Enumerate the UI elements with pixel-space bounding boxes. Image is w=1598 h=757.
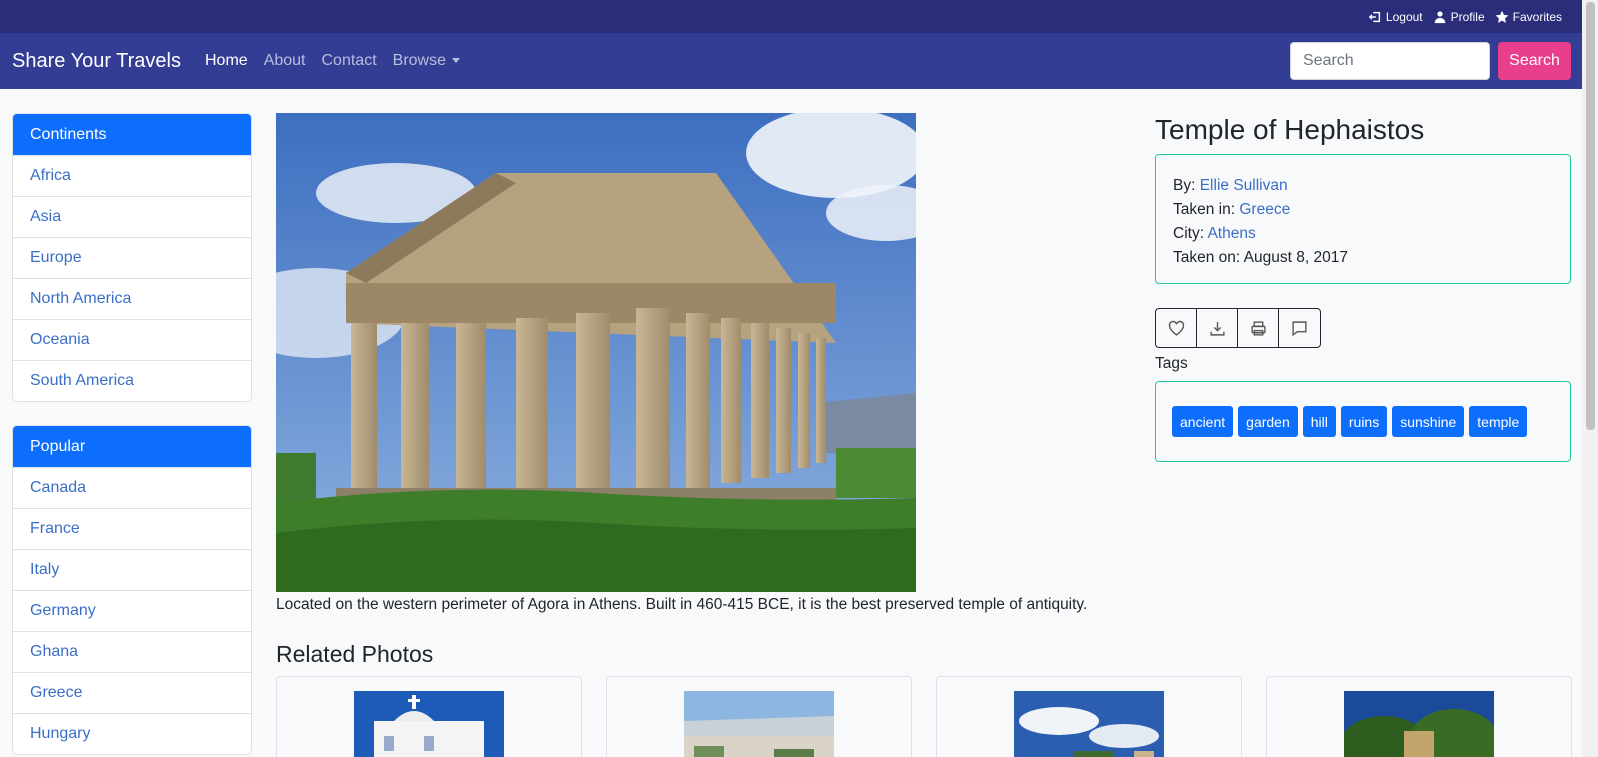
related-photo-card[interactable] bbox=[606, 676, 912, 757]
city-row: City: Athens bbox=[1173, 222, 1553, 246]
logout-label: Logout bbox=[1385, 9, 1423, 24]
country-item-hungary[interactable]: Hungary bbox=[13, 713, 251, 754]
date-value: August 8, 2017 bbox=[1243, 249, 1348, 266]
print-button[interactable] bbox=[1238, 309, 1279, 347]
photographer-label: By: bbox=[1173, 177, 1196, 194]
country-item-germany[interactable]: Germany bbox=[13, 590, 251, 631]
heart-icon bbox=[1168, 320, 1184, 336]
photographer-row: By: Ellie Sullivan bbox=[1173, 174, 1553, 198]
photo-caption: Located on the western perimeter of Agor… bbox=[276, 596, 1088, 613]
continent-item-north-america[interactable]: North America bbox=[13, 278, 251, 319]
related-photo-thumbnail[interactable] bbox=[1014, 691, 1164, 757]
country-item-italy[interactable]: Italy bbox=[13, 549, 251, 590]
country-item-canada[interactable]: Canada bbox=[13, 467, 251, 508]
brand-logo[interactable]: Share Your Travels bbox=[12, 50, 181, 73]
photographer-link[interactable]: Ellie Sullivan bbox=[1200, 177, 1288, 194]
related-photo-card[interactable] bbox=[276, 676, 582, 757]
tag-badge[interactable]: garden bbox=[1238, 406, 1298, 437]
tag-badge[interactable]: temple bbox=[1469, 406, 1528, 437]
photo-actions-group bbox=[1155, 308, 1321, 348]
download-icon bbox=[1209, 321, 1225, 336]
photo-info-box: By: Ellie Sullivan Taken in: Greece City… bbox=[1155, 154, 1571, 284]
related-photo-thumbnail[interactable] bbox=[684, 691, 834, 757]
nav-home[interactable]: Home bbox=[205, 52, 248, 70]
tag-badge[interactable]: ancient bbox=[1172, 406, 1234, 437]
profile-label: Profile bbox=[1450, 9, 1485, 24]
comment-icon bbox=[1292, 320, 1307, 336]
main-navbar: Share Your Travels Home About Contact Br… bbox=[0, 33, 1582, 89]
download-button[interactable] bbox=[1197, 309, 1238, 347]
search-input[interactable] bbox=[1290, 42, 1490, 80]
continent-item-europe[interactable]: Europe bbox=[13, 237, 251, 278]
nav-contact[interactable]: Contact bbox=[322, 52, 377, 70]
scrollbar-thumb[interactable] bbox=[1586, 2, 1595, 430]
related-photo-card[interactable] bbox=[1266, 676, 1572, 757]
city-link[interactable]: Athens bbox=[1207, 225, 1255, 242]
tags-box: ancient garden hill ruins sunshine templ… bbox=[1155, 381, 1571, 462]
nav-about[interactable]: About bbox=[264, 52, 306, 70]
related-photos-heading: Related Photos bbox=[276, 641, 434, 667]
country-item-france[interactable]: France bbox=[13, 508, 251, 549]
photo-title: Temple of Hephaistos bbox=[1155, 114, 1425, 145]
city-label: City: bbox=[1173, 225, 1204, 242]
continent-item-oceania[interactable]: Oceania bbox=[13, 319, 251, 360]
search-button[interactable]: Search bbox=[1498, 42, 1571, 80]
tag-badge[interactable]: hill bbox=[1302, 406, 1336, 437]
star-icon bbox=[1495, 10, 1509, 23]
logout-link[interactable]: Logout bbox=[1368, 10, 1423, 24]
comment-button[interactable] bbox=[1279, 309, 1320, 347]
nav-browse-dropdown[interactable]: Browse bbox=[393, 52, 460, 70]
main-photo bbox=[276, 113, 916, 592]
date-label: Taken on: bbox=[1173, 249, 1241, 266]
continents-list: Continents Africa Asia Europe North Amer… bbox=[12, 113, 252, 402]
person-icon bbox=[1434, 10, 1445, 23]
caret-down-icon bbox=[452, 58, 460, 64]
popular-header: Popular bbox=[13, 426, 251, 467]
continent-item-africa[interactable]: Africa bbox=[13, 155, 251, 196]
related-photo-card[interactable] bbox=[936, 676, 1242, 757]
popular-list: Popular Canada France Italy Germany Ghan… bbox=[12, 425, 252, 755]
tag-badge[interactable]: sunshine bbox=[1392, 406, 1465, 437]
profile-link[interactable]: Profile bbox=[1433, 10, 1485, 24]
printer-icon bbox=[1250, 320, 1266, 336]
nav-browse-label: Browse bbox=[392, 52, 446, 69]
date-row: Taken on: August 8, 2017 bbox=[1173, 246, 1553, 270]
country-link[interactable]: Greece bbox=[1239, 201, 1290, 218]
country-label: Taken in: bbox=[1173, 201, 1236, 218]
continent-item-south-america[interactable]: South America bbox=[13, 360, 251, 401]
favorite-button[interactable] bbox=[1156, 309, 1197, 347]
continent-item-asia[interactable]: Asia bbox=[13, 196, 251, 237]
favorites-label: Favorites bbox=[1512, 9, 1562, 24]
logout-icon bbox=[1368, 11, 1380, 22]
favorites-link[interactable]: Favorites bbox=[1495, 10, 1562, 24]
tag-badge[interactable]: ruins bbox=[1340, 406, 1388, 437]
country-row: Taken in: Greece bbox=[1173, 198, 1553, 222]
tags-label: Tags bbox=[1155, 355, 1188, 372]
related-photo-thumbnail[interactable] bbox=[1344, 691, 1494, 757]
related-photo-thumbnail[interactable] bbox=[354, 691, 504, 757]
top-utility-bar: Logout Profile Favorites bbox=[0, 0, 1582, 33]
continents-header: Continents bbox=[13, 114, 251, 155]
country-item-greece[interactable]: Greece bbox=[13, 672, 251, 713]
country-item-ghana[interactable]: Ghana bbox=[13, 631, 251, 672]
